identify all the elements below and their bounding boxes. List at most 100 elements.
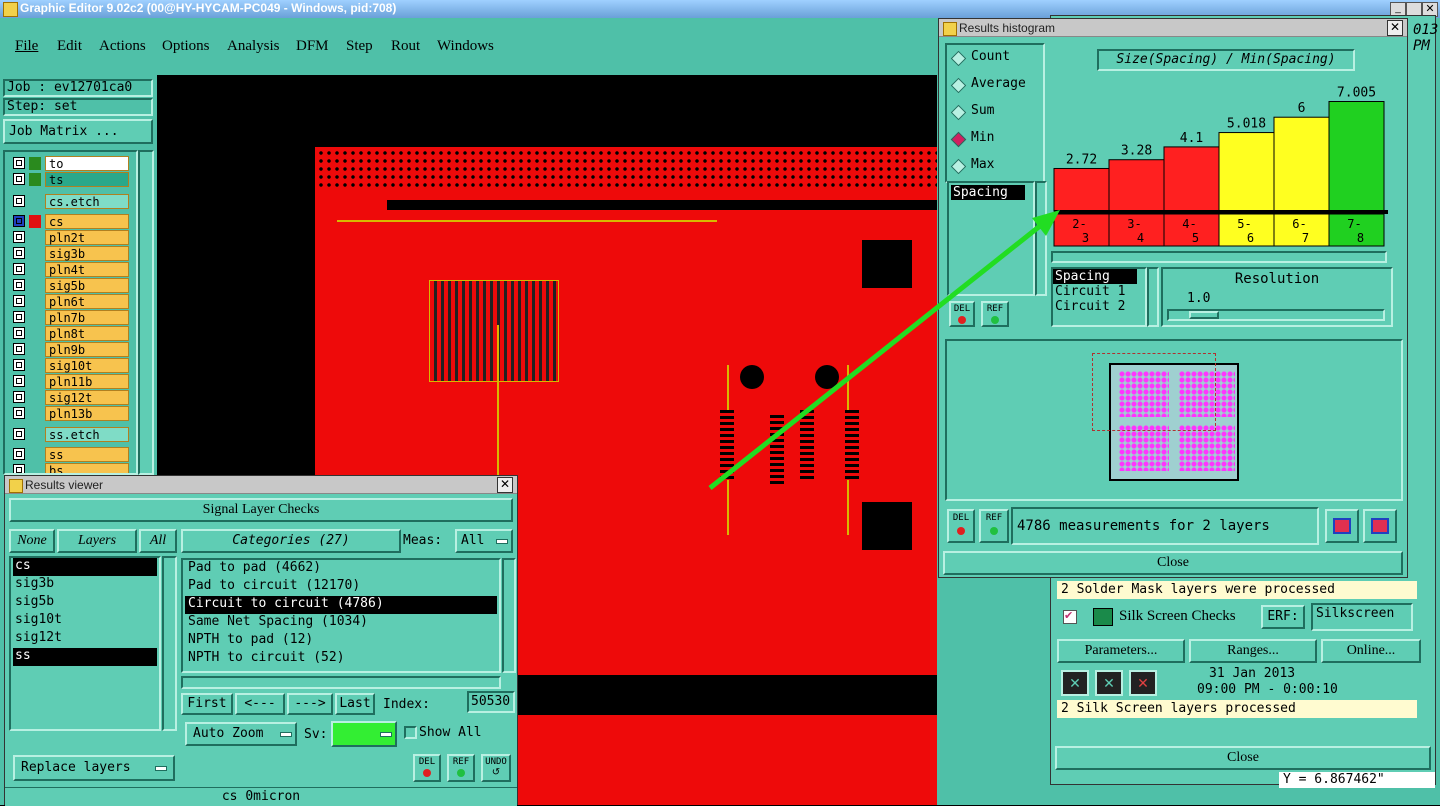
- resolution-slider[interactable]: [1167, 309, 1385, 321]
- layer-name[interactable]: sig10t: [45, 358, 129, 373]
- rv-category-scrollbar[interactable]: [502, 558, 516, 673]
- layer-name[interactable]: ss: [45, 447, 129, 462]
- histogram-close-button[interactable]: Close: [943, 551, 1403, 575]
- silk-check-checkbox[interactable]: ✔: [1063, 610, 1077, 624]
- histogram-bar[interactable]: [1108, 159, 1165, 212]
- layer-row[interactable]: pln8t: [13, 326, 129, 341]
- layer-row[interactable]: pln6t: [13, 294, 129, 309]
- layer-color-swatch[interactable]: [29, 215, 41, 228]
- replace-layers-select[interactable]: Replace layers: [13, 755, 175, 781]
- histogram-bar[interactable]: [1163, 146, 1220, 212]
- parameters-button[interactable]: Parameters...: [1057, 639, 1185, 663]
- categories-button[interactable]: Categories (27): [181, 529, 401, 553]
- layer-row[interactable]: pln13b: [13, 406, 129, 421]
- menu-step[interactable]: Step: [346, 38, 373, 55]
- layer-checkbox[interactable]: [13, 263, 25, 275]
- run-icon-3[interactable]: ✕: [1129, 670, 1157, 696]
- index-field[interactable]: 50530: [467, 691, 515, 713]
- layer-row[interactable]: sig12t: [13, 390, 129, 405]
- layer-name[interactable]: sig12t: [45, 390, 129, 405]
- layer-checkbox[interactable]: [13, 375, 25, 387]
- layer-checkbox[interactable]: [13, 173, 25, 185]
- meas-select[interactable]: All: [455, 529, 513, 553]
- layer-checkbox[interactable]: [13, 448, 25, 460]
- prev-button[interactable]: <---: [235, 693, 285, 715]
- layer-name[interactable]: cs.etch: [45, 194, 129, 209]
- category-item[interactable]: Circuit to circuit (4786): [185, 596, 497, 614]
- show-all-checkbox[interactable]: [404, 726, 417, 739]
- layer-row[interactable]: cs: [13, 214, 129, 229]
- layer-name[interactable]: sig5b: [45, 278, 129, 293]
- layer-row[interactable]: ss: [13, 447, 129, 462]
- layer-checkbox[interactable]: [13, 311, 25, 323]
- category-item[interactable]: NPTH to circuit (52): [185, 650, 497, 668]
- last-button[interactable]: Last: [335, 693, 375, 715]
- histogram-bar[interactable]: [1328, 101, 1385, 212]
- menu-analysis[interactable]: Analysis: [227, 38, 280, 55]
- layer-name[interactable]: bs: [45, 463, 129, 473]
- rv-layer-item[interactable]: cs: [13, 558, 157, 576]
- close-icon[interactable]: ✕: [1387, 20, 1403, 36]
- rv-category-hscroll[interactable]: [181, 676, 501, 689]
- menu-actions[interactable]: Actions: [99, 38, 146, 55]
- layer-color-swatch[interactable]: [29, 157, 41, 170]
- category-item[interactable]: Same Net Spacing (1034): [185, 614, 497, 632]
- layer-list-scrollbar[interactable]: [138, 150, 154, 475]
- layer-checkbox[interactable]: [13, 407, 25, 419]
- layer-checkbox[interactable]: [13, 391, 25, 403]
- layer-name[interactable]: pln4t: [45, 262, 129, 277]
- category-item[interactable]: Pad to pad (4662): [185, 560, 497, 578]
- next-button[interactable]: --->: [287, 693, 333, 715]
- layer-checkbox[interactable]: [13, 279, 25, 291]
- rv-layer-item[interactable]: sig3b: [13, 576, 157, 594]
- menu-edit[interactable]: Edit: [57, 38, 82, 55]
- layer-row[interactable]: to: [13, 156, 129, 171]
- ref-button[interactable]: REF: [979, 509, 1009, 543]
- rv-layer-item[interactable]: sig10t: [13, 612, 157, 630]
- radio-icon[interactable]: [950, 131, 967, 148]
- slider-thumb[interactable]: [1189, 311, 1219, 319]
- layer-checkbox[interactable]: [13, 359, 25, 371]
- menu-dfm[interactable]: DFM: [296, 38, 329, 55]
- layer-row[interactable]: ss.etch: [13, 427, 129, 442]
- run-icon-1[interactable]: ✕: [1061, 670, 1089, 696]
- layer-name[interactable]: pln9b: [45, 342, 129, 357]
- erf-field[interactable]: Silkscreen: [1311, 603, 1413, 631]
- radio-icon[interactable]: [950, 158, 967, 175]
- layer-checkbox[interactable]: [13, 343, 25, 355]
- layer-row[interactable]: pln11b: [13, 374, 129, 389]
- histogram-bar[interactable]: [1273, 116, 1330, 212]
- layers-button[interactable]: Layers: [57, 529, 137, 553]
- layer-checkbox[interactable]: [13, 157, 25, 169]
- category-item[interactable]: NPTH to pad (12): [185, 632, 497, 650]
- menu-file[interactable]: File: [15, 38, 38, 55]
- layer-name[interactable]: pln2t: [45, 230, 129, 245]
- histogram-bar[interactable]: [1218, 132, 1275, 212]
- radio-icon[interactable]: [950, 77, 967, 94]
- layer-row[interactable]: pln4t: [13, 262, 129, 277]
- layer-checkbox[interactable]: [13, 231, 25, 243]
- layer-row[interactable]: pln2t: [13, 230, 129, 245]
- layer-name[interactable]: ts: [45, 172, 129, 187]
- layer-row[interactable]: bs: [13, 463, 129, 473]
- layer-checkbox[interactable]: [13, 215, 25, 227]
- layer-name[interactable]: pln13b: [45, 406, 129, 421]
- layer-row[interactable]: pln7b: [13, 310, 129, 325]
- layer-row[interactable]: ts: [13, 172, 129, 187]
- first-button[interactable]: First: [181, 693, 233, 715]
- right-close-button[interactable]: Close: [1055, 746, 1431, 770]
- radio-icon[interactable]: [950, 104, 967, 121]
- layer-row[interactable]: sig3b: [13, 246, 129, 261]
- hist-list-item[interactable]: Spacing: [951, 185, 1025, 200]
- auto-zoom-select[interactable]: Auto Zoom: [185, 722, 297, 746]
- layer-name[interactable]: pln8t: [45, 326, 129, 341]
- layer-checkbox[interactable]: [13, 247, 25, 259]
- ranges-button[interactable]: Ranges...: [1189, 639, 1317, 663]
- zoom-home-icon[interactable]: [1325, 509, 1359, 543]
- layer-checkbox[interactable]: [13, 327, 25, 339]
- layer-name[interactable]: cs: [45, 214, 129, 229]
- ref-button[interactable]: REF: [447, 754, 475, 782]
- chart-hscroll[interactable]: [1051, 251, 1387, 263]
- layer-name[interactable]: ss.etch: [45, 427, 129, 442]
- sv-color-select[interactable]: [331, 721, 397, 747]
